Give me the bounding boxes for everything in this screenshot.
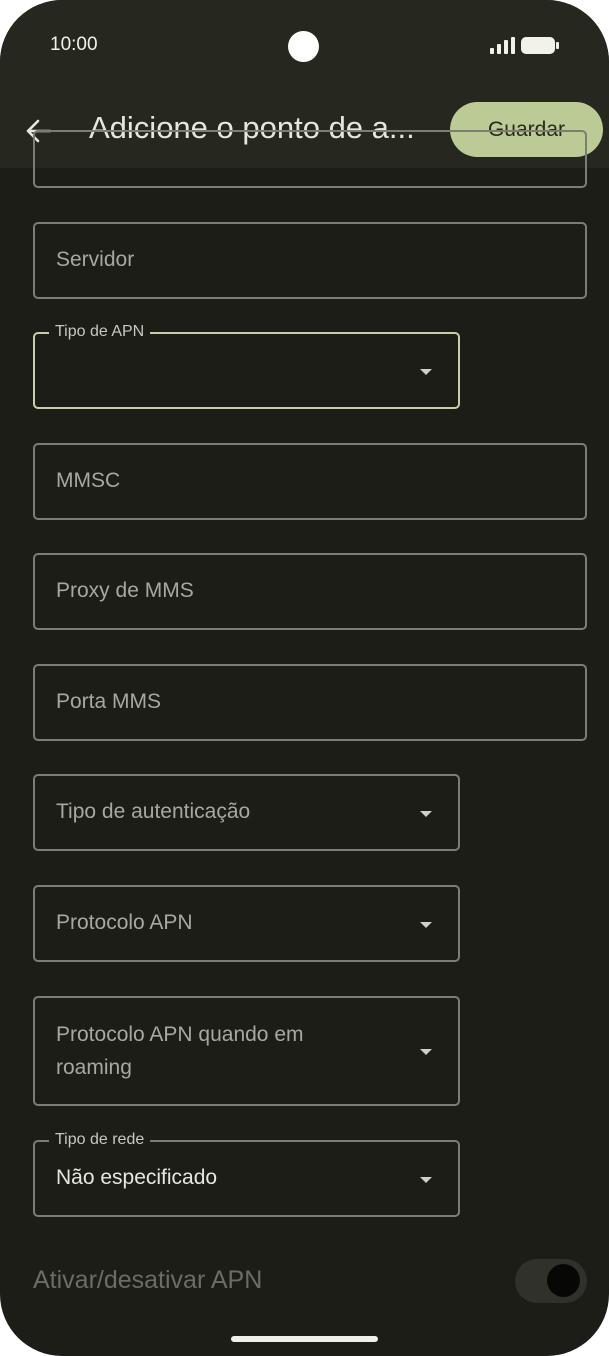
- roaming-protocol-placeholder-line2: roaming: [56, 1056, 132, 1079]
- status-bar: 10:00: [0, 0, 609, 90]
- apn-protocol-dropdown[interactable]: Protocolo APN: [33, 885, 460, 962]
- phone-screen: 10:00 Adicione o ponto de a... Guardar S…: [0, 0, 609, 1356]
- status-time: 10:00: [50, 34, 98, 55]
- roaming-protocol-placeholder-line1: Protocolo APN quando em: [56, 1023, 304, 1046]
- auth-type-dropdown[interactable]: Tipo de autenticação: [33, 774, 460, 851]
- apn-type-dropdown[interactable]: Tipo de APN: [33, 323, 460, 409]
- previous-field[interactable]: [33, 130, 587, 188]
- server-placeholder: Servidor: [56, 248, 135, 271]
- auth-type-placeholder: Tipo de autenticação: [56, 800, 251, 823]
- server-field[interactable]: Servidor: [33, 222, 587, 299]
- apn-protocol-placeholder: Protocolo APN: [56, 911, 193, 934]
- network-type-value: Não especificado: [56, 1166, 218, 1189]
- camera-cutout: [288, 31, 319, 62]
- roaming-protocol-dropdown[interactable]: Protocolo APN quando em roaming: [33, 996, 460, 1106]
- home-indicator[interactable]: [231, 1336, 378, 1342]
- apn-type-label: Tipo de APN: [49, 323, 151, 341]
- signal-icon: [490, 37, 515, 54]
- mms-proxy-placeholder: Proxy de MMS: [56, 579, 194, 602]
- dropdown-arrow-icon: [420, 811, 432, 817]
- mmsc-field[interactable]: MMSC: [33, 443, 587, 520]
- dropdown-arrow-icon: [420, 922, 432, 928]
- network-type-label: Tipo de rede: [49, 1131, 151, 1149]
- mms-port-field[interactable]: Porta MMS: [33, 664, 587, 741]
- battery-icon: [521, 37, 559, 54]
- dropdown-arrow-icon: [420, 369, 432, 375]
- enable-apn-label: Ativar/desativar APN: [33, 1266, 263, 1294]
- mms-port-placeholder: Porta MMS: [56, 690, 162, 713]
- mmsc-placeholder: MMSC: [56, 469, 121, 492]
- network-type-dropdown[interactable]: Tipo de rede Não especificado: [33, 1131, 460, 1217]
- dropdown-arrow-icon: [420, 1049, 432, 1055]
- enable-apn-switch[interactable]: [515, 1259, 587, 1303]
- switch-knob: [547, 1264, 580, 1297]
- dropdown-arrow-icon: [420, 1177, 432, 1183]
- mms-proxy-field[interactable]: Proxy de MMS: [33, 553, 587, 630]
